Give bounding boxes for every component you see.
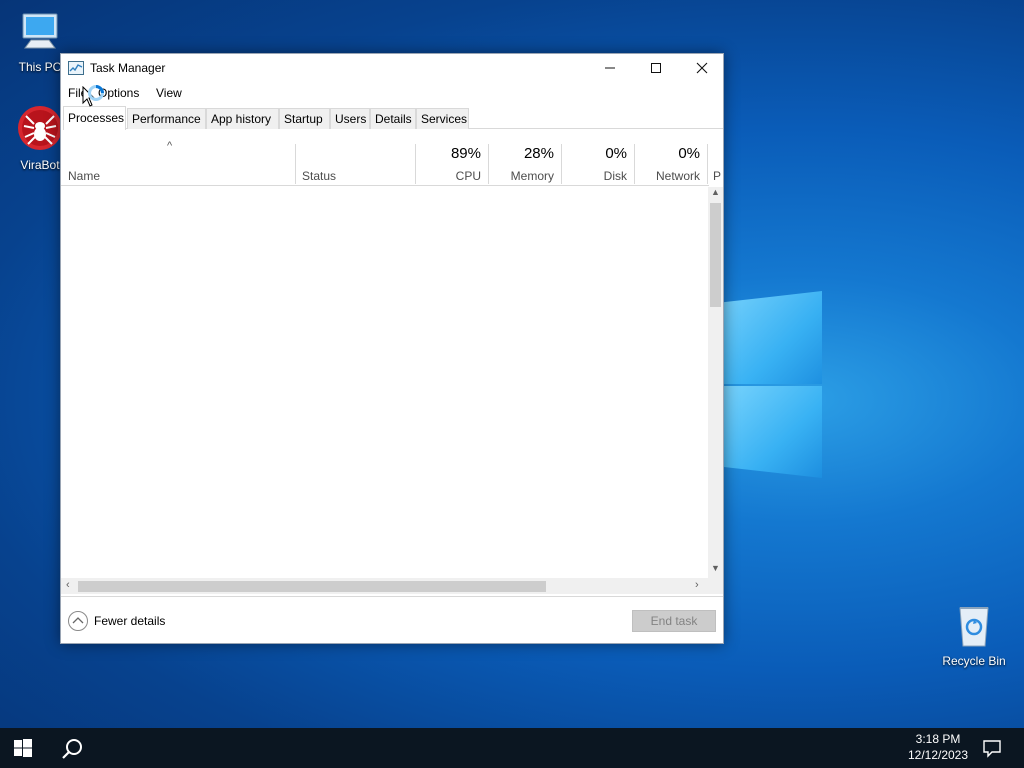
- tab-details[interactable]: Details: [370, 108, 416, 129]
- vertical-scroll-thumb[interactable]: [710, 203, 721, 307]
- maximize-button[interactable]: [633, 54, 679, 82]
- taskbar: 3:18 PM 12/12/2023: [0, 728, 1024, 768]
- column-cpu-label: CPU: [455, 169, 481, 183]
- scroll-left-icon[interactable]: ‹: [66, 579, 70, 591]
- chevron-up-circle-icon[interactable]: [68, 611, 88, 631]
- logo-pane-top: [724, 291, 822, 384]
- task-manager-window: Task Manager File Options View Processes…: [60, 53, 724, 644]
- column-disk[interactable]: 0% Disk: [561, 144, 634, 184]
- minimize-icon: [605, 67, 615, 69]
- task-manager-app-icon: [68, 61, 84, 75]
- maximize-icon: [651, 63, 661, 73]
- tab-users[interactable]: Users: [330, 108, 370, 129]
- scroll-down-icon[interactable]: ▼: [711, 563, 720, 573]
- tab-services[interactable]: Services: [416, 108, 469, 129]
- vertical-scrollbar[interactable]: ▲ ▼: [708, 187, 723, 581]
- notifications-icon[interactable]: [982, 738, 1002, 758]
- recycle-bin-icon: [959, 607, 989, 647]
- scroll-up-icon[interactable]: ▲: [711, 187, 720, 197]
- tab-strip: Processes Performance App history Startu…: [63, 106, 723, 130]
- footer-bar: Fewer details End task: [61, 596, 723, 644]
- close-icon: [696, 62, 708, 74]
- column-cpu[interactable]: 89% CPU: [415, 144, 488, 184]
- menu-bar: File Options View: [61, 83, 723, 103]
- system-clock[interactable]: 3:18 PM 12/12/2023: [898, 731, 978, 763]
- network-percent: 0%: [678, 145, 700, 162]
- spider-icon: [18, 106, 62, 150]
- windows-start-icon[interactable]: [14, 739, 32, 757]
- column-truncated-label: P: [713, 169, 722, 183]
- disk-percent: 0%: [605, 145, 627, 162]
- column-disk-label: Disk: [603, 169, 627, 183]
- column-memory[interactable]: 28% Memory: [488, 144, 561, 184]
- column-status[interactable]: Status: [295, 144, 415, 184]
- menu-view[interactable]: View: [156, 86, 182, 100]
- end-task-button[interactable]: End task: [632, 610, 716, 632]
- process-list[interactable]: [61, 187, 709, 581]
- minimize-button[interactable]: [587, 54, 633, 82]
- horizontal-scroll-thumb[interactable]: [78, 581, 546, 592]
- title-bar[interactable]: Task Manager: [61, 54, 723, 82]
- desktop-icon-recycle-bin[interactable]: Recycle Bin: [936, 602, 1012, 668]
- busy-spinner-icon: [88, 85, 104, 101]
- column-network[interactable]: 0% Network: [634, 144, 707, 184]
- column-truncated[interactable]: P: [707, 144, 721, 184]
- window-title: Task Manager: [90, 61, 166, 75]
- cpu-percent: 89%: [450, 145, 481, 162]
- tab-app-history[interactable]: App history: [206, 108, 279, 129]
- tab-startup[interactable]: Startup: [279, 108, 330, 129]
- column-status-label: Status: [302, 169, 337, 183]
- tab-performance[interactable]: Performance: [127, 108, 206, 129]
- clock-time: 3:18 PM: [915, 732, 961, 746]
- column-name[interactable]: Name: [61, 144, 295, 184]
- column-network-label: Network: [655, 169, 700, 183]
- horizontal-scrollbar[interactable]: ‹ ›: [61, 578, 709, 594]
- memory-percent: 28%: [523, 145, 554, 162]
- desktop-icon-label: Recycle Bin: [942, 654, 1006, 668]
- scroll-corner: [709, 578, 723, 594]
- clock-date: 12/12/2023: [907, 748, 969, 762]
- column-memory-label: Memory: [510, 169, 554, 183]
- tab-processes[interactable]: Processes: [63, 106, 126, 130]
- column-name-label: Name: [68, 169, 101, 183]
- logo-pane-bottom: [724, 386, 822, 478]
- search-icon[interactable]: [60, 737, 84, 761]
- scroll-right-icon[interactable]: ›: [695, 579, 699, 591]
- close-button[interactable]: [679, 54, 725, 82]
- computer-icon: [22, 13, 58, 49]
- windows-wallpaper-logo: [710, 288, 822, 478]
- fewer-details-link[interactable]: Fewer details: [94, 614, 165, 628]
- column-header: ^ Name Status 89% CPU 28% Memory 0% Disk…: [61, 140, 721, 186]
